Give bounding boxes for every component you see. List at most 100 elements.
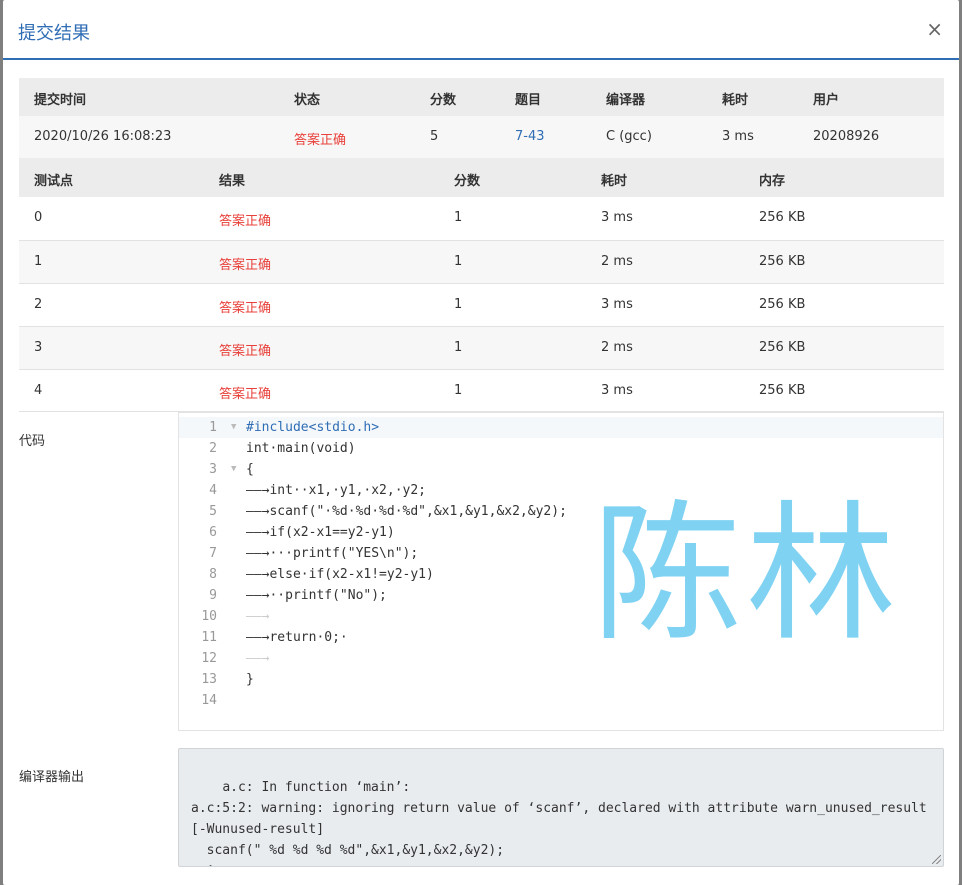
user-value: 20208926 [813, 129, 880, 144]
compiler-output-textarea[interactable]: a.c: In function ‘main’: a.c:5:2: warnin… [178, 748, 944, 867]
testcase-score: 1 [454, 383, 463, 398]
line-number: 14 [201, 693, 217, 708]
testcase-memory: 256 KB [759, 383, 806, 398]
code-line: 14 [179, 690, 943, 711]
table-row: 3 答案正确 1 2 ms 256 KB [19, 326, 944, 369]
testcase-id: 0 [34, 210, 43, 225]
header-score: 分数 [430, 93, 457, 108]
line-number: 5 [209, 504, 217, 519]
code-text: ——→if(x2-x1==y2-y1) [246, 525, 395, 540]
line-number: 8 [209, 567, 217, 582]
testcase-time: 3 ms [601, 383, 633, 398]
line-number: 12 [201, 651, 217, 666]
testcase-result: 答案正确 [219, 214, 272, 229]
header-time: 耗时 [722, 93, 749, 108]
close-button[interactable]: × [926, 18, 943, 40]
dialog-title: 提交结果 [18, 23, 90, 44]
header-status: 状态 [294, 93, 321, 108]
code-line: 5 ——→scanf("·%d·%d·%d·%d",&x1,&y1,&x2,&y… [179, 501, 943, 522]
compiler-output-label: 编译器输出 [19, 770, 85, 785]
submission-result-dialog: 提交结果 × 提交时间 状态 分数 题目 编译器 耗时 用户 2020/10/2… [3, 0, 959, 885]
testcase-result: 答案正确 [219, 301, 272, 316]
line-number: 13 [201, 672, 217, 687]
line-number: 2 [209, 441, 217, 456]
testcase-score: 1 [454, 340, 463, 355]
testcase-id: 4 [34, 383, 43, 398]
compiler-output-text: a.c: In function ‘main’: a.c:5:2: warnin… [191, 780, 927, 866]
testcase-id: 3 [34, 340, 43, 355]
status-value: 答案正确 [294, 133, 347, 148]
testcase-header-row: 测试点 结果 分数 耗时 内存 [19, 158, 944, 197]
testcase-score: 1 [454, 210, 463, 225]
code-label: 代码 [19, 434, 46, 449]
testcase-time: 2 ms [601, 340, 633, 355]
submit-time: 2020/10/26 16:08:23 [34, 129, 172, 144]
header-problem: 题目 [515, 93, 542, 108]
code-text: } [246, 672, 254, 687]
code-line: 7 ——→···printf("YES\n"); [179, 543, 943, 564]
summary-header-row: 提交时间 状态 分数 题目 编译器 耗时 用户 [19, 78, 944, 116]
header-submit-time: 提交时间 [34, 93, 87, 108]
testcase-memory: 256 KB [759, 297, 806, 312]
line-number: 10 [201, 609, 217, 624]
code-text: { [246, 462, 254, 477]
resize-handle-icon[interactable] [932, 855, 941, 864]
code-line: 8 ——→else·if(x2-x1!=y2-y1) [179, 564, 943, 585]
testcase-time: 3 ms [601, 297, 633, 312]
line-number: 3 [209, 462, 217, 477]
code-viewer[interactable]: 1 ▼ #include<stdio.h> 2 int·main(void) 3… [178, 412, 944, 731]
code-line: 9 ——→··printf("No"); [179, 585, 943, 606]
header-testcase: 测试点 [34, 174, 74, 189]
code-line: 11 ——→return·0;· [179, 627, 943, 648]
code-line: 4 ——→int··x1,·y1,·x2,·y2; [179, 480, 943, 501]
code-text: ——→ [246, 651, 270, 666]
line-number: 7 [209, 546, 217, 561]
table-row: 0 答案正确 1 3 ms 256 KB [19, 197, 944, 240]
table-row: 2 答案正确 1 3 ms 256 KB [19, 283, 944, 326]
line-number: 1 [209, 420, 217, 435]
code-text: ——→else·if(x2-x1!=y2-y1) [246, 567, 434, 582]
score-value: 5 [430, 129, 439, 144]
testcase-id: 2 [34, 297, 43, 312]
testcase-memory: 256 KB [759, 210, 806, 225]
testcase-memory: 256 KB [759, 340, 806, 355]
testcase-time: 2 ms [601, 254, 633, 269]
problem-link[interactable]: 7-43 [515, 129, 545, 144]
header-compiler: 编译器 [606, 93, 646, 108]
testcase-time: 3 ms [601, 210, 633, 225]
header-test-score: 分数 [454, 174, 481, 189]
testcase-id: 1 [34, 254, 43, 269]
code-text: int·main(void) [246, 441, 356, 456]
fold-arrow-icon[interactable]: ▼ [231, 459, 236, 480]
code-line: 6 ——→if(x2-x1==y2-y1) [179, 522, 943, 543]
line-number: 6 [209, 525, 217, 540]
header-result: 结果 [219, 174, 246, 189]
table-row: 1 答案正确 1 2 ms 256 KB [19, 240, 944, 283]
testcase-memory: 256 KB [759, 254, 806, 269]
dialog-header: 提交结果 × [3, 0, 959, 60]
time-value: 3 ms [722, 129, 754, 144]
testcase-result: 答案正确 [219, 344, 272, 359]
code-line: 3 ▼ { [179, 459, 943, 480]
header-test-time: 耗时 [601, 174, 628, 189]
code-text: ——→scanf("·%d·%d·%d·%d",&x1,&y1,&x2,&y2)… [246, 504, 567, 519]
code-text: #include<stdio.h> [246, 420, 380, 435]
compiler-value: C (gcc) [606, 129, 652, 144]
header-memory: 内存 [759, 174, 786, 189]
code-text: ——→···printf("YES\n"); [246, 546, 419, 561]
testcase-score: 1 [454, 297, 463, 312]
testcase-result: 答案正确 [219, 258, 272, 273]
code-text: ——→··printf("No"); [246, 588, 387, 603]
testcase-result: 答案正确 [219, 387, 272, 402]
header-user: 用户 [813, 93, 840, 108]
line-number: 4 [209, 483, 217, 498]
fold-arrow-icon[interactable]: ▼ [231, 417, 236, 438]
code-line: 10 ——→ [179, 606, 943, 627]
code-text: ——→return·0;· [246, 630, 348, 645]
table-row: 4 答案正确 1 3 ms 256 KB [19, 369, 944, 412]
code-line: 1 ▼ #include<stdio.h> [179, 417, 943, 438]
code-line: 12 ——→ [179, 648, 943, 669]
code-text: ——→ [246, 609, 270, 624]
code-line: 2 int·main(void) [179, 438, 943, 459]
code-line: 13 } [179, 669, 943, 690]
